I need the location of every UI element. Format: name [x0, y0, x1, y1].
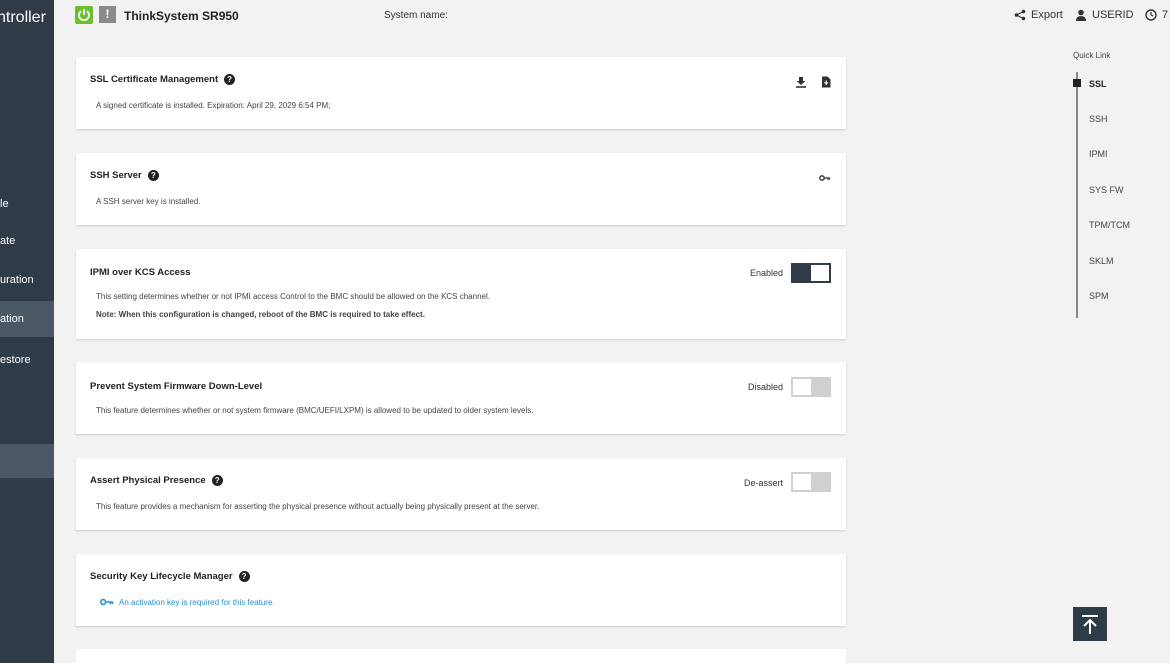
export-button[interactable]: Export [1014, 9, 1063, 21]
key-icon[interactable] [819, 172, 831, 184]
quick-link-spm[interactable]: SPM [1089, 291, 1109, 301]
sidebar-item-4[interactable]: estore [0, 342, 54, 378]
ipmi-note: Note: When this configuration is changed… [96, 310, 425, 319]
user-label: USERID [1092, 9, 1134, 21]
alert-icon[interactable]: ! [99, 6, 116, 23]
physical-presence-card: Assert Physical Presence ? This feature … [76, 458, 846, 530]
ipmi-card: IPMI over KCS Access This setting determ… [76, 249, 846, 339]
next-card-partial [76, 649, 846, 663]
sidebar-item-selected[interactable] [0, 444, 54, 478]
help-icon[interactable]: ? [224, 74, 236, 85]
ipmi-toggle[interactable] [791, 263, 831, 283]
presence-toggle-label: De-assert [743, 478, 783, 488]
export-label: Export [1031, 9, 1063, 21]
ssl-title-text: SSL Certificate Management [90, 74, 219, 85]
product-name: ThinkSystem SR950 [124, 9, 239, 23]
sidebar-item-0[interactable]: le [0, 186, 54, 222]
ipmi-desc: This setting determines whether or not I… [96, 292, 490, 301]
ssl-card: SSL Certificate Management ? A signed ce… [76, 57, 846, 129]
user-icon [1076, 9, 1086, 21]
ipmi-toggle-label: Enabled [749, 268, 783, 278]
activation-key-link[interactable]: An activation key is required for this f… [100, 597, 275, 607]
firmware-toggle[interactable] [791, 377, 831, 397]
key-icon [100, 598, 114, 606]
ipmi-title: IPMI over KCS Access [90, 267, 191, 278]
ssh-desc: A SSH server key is installed. [96, 197, 201, 206]
ssh-title: SSH Server ? [90, 170, 159, 181]
clock-icon [1145, 9, 1157, 21]
sklm-title: Security Key Lifecycle Manager ? [90, 571, 250, 582]
presence-desc: This feature provides a mechanism for as… [96, 502, 540, 511]
toggle-knob [811, 265, 829, 281]
ssh-title-text: SSH Server [90, 170, 142, 181]
share-icon [1014, 9, 1026, 21]
quick-link-sys-fw[interactable]: SYS FW [1089, 185, 1124, 195]
ssh-card: SSH Server ? A SSH server key is install… [76, 153, 846, 225]
quick-link-marker [1073, 79, 1081, 87]
arrow-up-icon [1082, 615, 1098, 634]
firmware-toggle-label: Disabled [747, 382, 783, 392]
ipmi-title-text: IPMI over KCS Access [90, 267, 191, 278]
help-icon[interactable]: ? [211, 475, 223, 486]
quick-link-ssh[interactable]: SSH [1089, 114, 1108, 124]
sidebar-item-2[interactable]: uration [0, 262, 54, 298]
download-icon[interactable] [795, 76, 807, 88]
toggle-knob [793, 379, 811, 395]
firmware-title: Prevent System Firmware Down-Level [90, 381, 262, 392]
help-icon[interactable]: ? [238, 571, 250, 582]
back-to-top-button[interactable] [1073, 607, 1107, 641]
left-sidebar: ntroller le ate uration ation estore [0, 0, 54, 663]
system-name-label: System name: [384, 10, 448, 21]
power-icon[interactable] [75, 6, 93, 24]
quick-link-ipmi[interactable]: IPMI [1089, 149, 1108, 159]
app-brand: ntroller [0, 9, 46, 26]
help-icon[interactable]: ? [147, 170, 159, 181]
sklm-card: Security Key Lifecycle Manager ? An acti… [76, 554, 846, 626]
presence-title-text: Assert Physical Presence [90, 475, 206, 486]
toggle-knob [793, 474, 811, 490]
firmware-title-text: Prevent System Firmware Down-Level [90, 381, 263, 392]
user-menu[interactable]: USERID [1075, 9, 1134, 21]
quick-link-track [1076, 72, 1078, 318]
firmware-desc: This feature determines whether or not s… [96, 406, 534, 415]
activation-key-text: An activation key is required for this f… [119, 597, 275, 607]
clock-display[interactable]: 7 [1145, 9, 1168, 21]
sidebar-item-3[interactable]: ation [0, 301, 54, 337]
clock-value: 7 [1162, 9, 1169, 21]
presence-toggle[interactable] [791, 472, 831, 492]
presence-title: Assert Physical Presence ? [90, 475, 223, 486]
quick-link-title: Quick Link [1073, 51, 1111, 60]
ssl-desc: A signed certificate is installed. Expir… [96, 101, 331, 110]
quick-link-ssl[interactable]: SSL [1089, 79, 1107, 89]
firmware-card: Prevent System Firmware Down-Level This … [76, 362, 846, 434]
ssl-title: SSL Certificate Management ? [90, 74, 236, 85]
import-file-icon[interactable] [820, 76, 832, 88]
sidebar-item-1[interactable]: ate [0, 223, 54, 259]
quick-link-sklm[interactable]: SKLM [1089, 256, 1114, 266]
sklm-title-text: Security Key Lifecycle Manager [90, 571, 233, 582]
quick-link-tpm-tcm[interactable]: TPM/TCM [1089, 220, 1130, 230]
top-bar: ! ThinkSystem SR950 System name: Export … [54, 0, 1170, 32]
